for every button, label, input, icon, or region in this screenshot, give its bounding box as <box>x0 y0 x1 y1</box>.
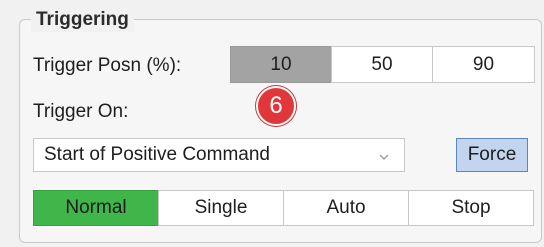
trigger-position-10-button[interactable]: 10 <box>230 46 332 83</box>
group-title: Triggering <box>31 8 134 32</box>
mode-normal-button[interactable]: Normal <box>33 190 159 226</box>
chevron-down-icon <box>379 154 389 160</box>
triggering-panel: Triggering Trigger Posn (%): 10 50 90 Tr… <box>0 0 544 247</box>
trigger-on-dropdown[interactable]: Start of Positive Command <box>33 138 405 172</box>
mode-single-button[interactable]: Single <box>158 190 284 226</box>
trigger-on-label: Trigger On: <box>33 101 129 122</box>
trigger-position-50-button[interactable]: 50 <box>331 46 433 83</box>
callout-badge: 6 <box>256 86 296 126</box>
mode-auto-button[interactable]: Auto <box>283 190 409 226</box>
trigger-position-90-button[interactable]: 90 <box>432 46 535 83</box>
trigger-position-label: Trigger Posn (%): <box>33 55 182 76</box>
trigger-on-selected-value: Start of Positive Command <box>44 144 270 165</box>
force-button[interactable]: Force <box>456 138 528 172</box>
mode-stop-button[interactable]: Stop <box>408 190 534 226</box>
